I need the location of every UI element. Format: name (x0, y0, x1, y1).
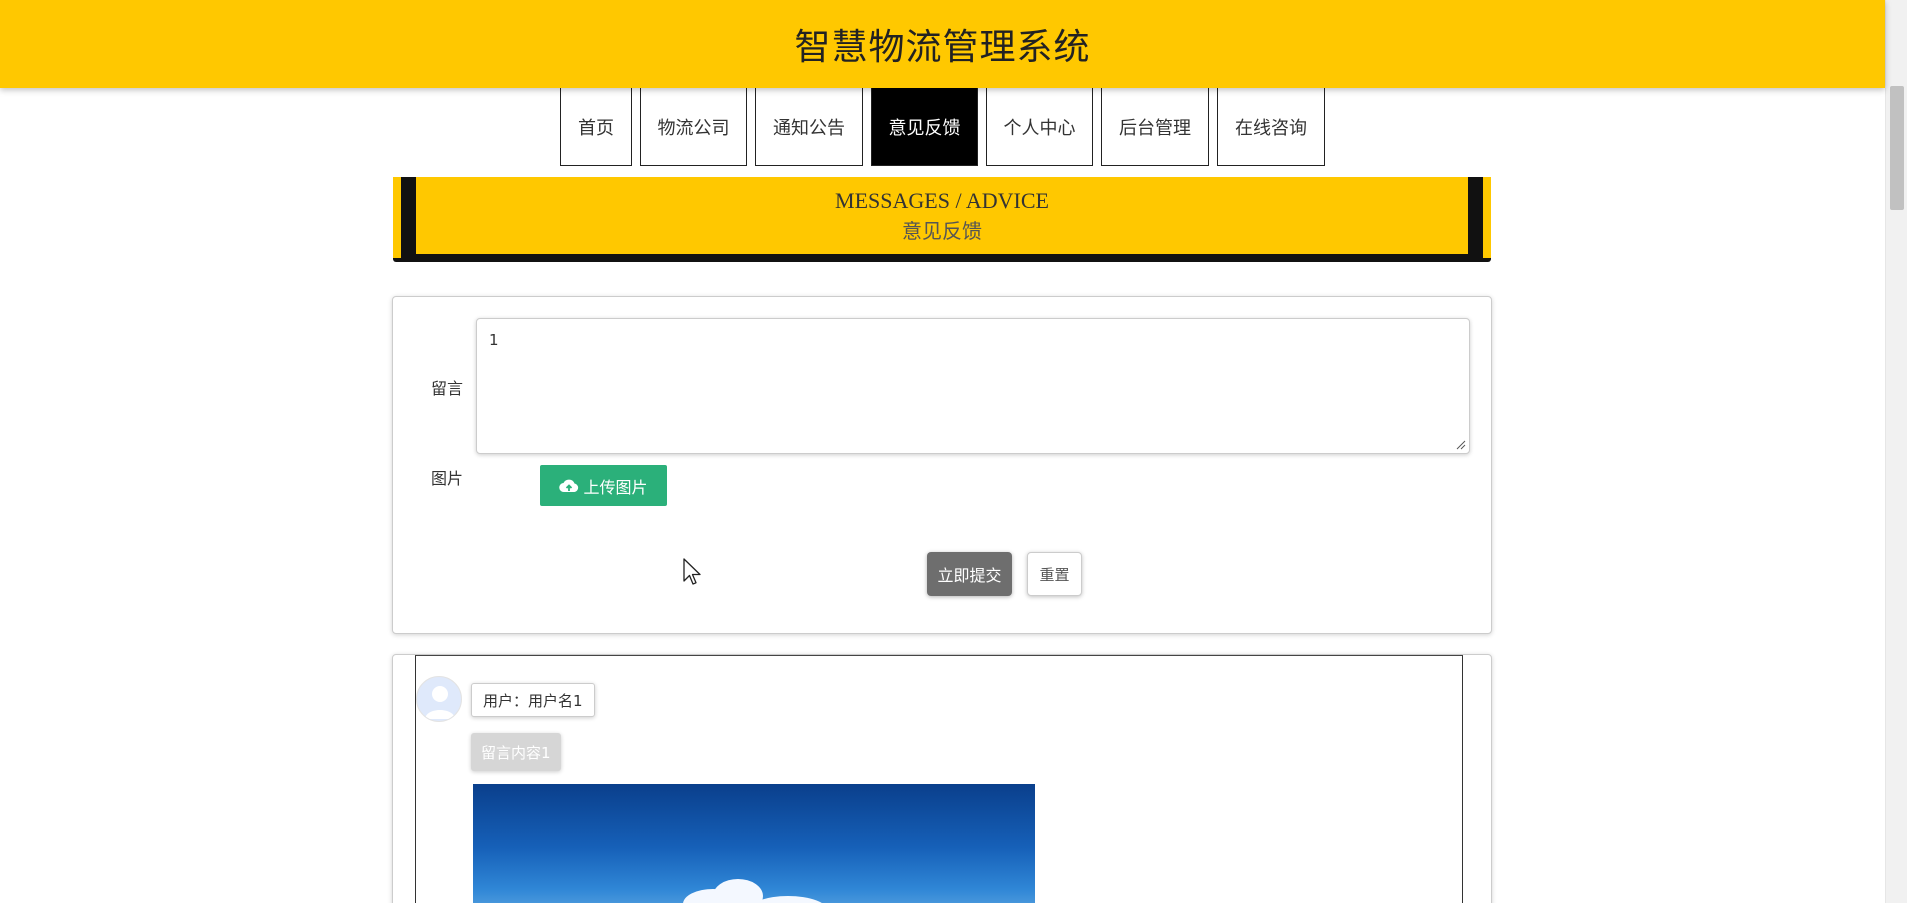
nav-item-personal-center[interactable]: 个人中心 (986, 88, 1093, 166)
nav-item-admin[interactable]: 后台管理 (1101, 88, 1209, 166)
banner-inner: MESSAGES / ADVICE 意见反馈 (409, 177, 1475, 254)
mouse-cursor-icon (683, 558, 701, 585)
nav-item-logistics-company[interactable]: 物流公司 (640, 88, 747, 166)
page-scrollbar[interactable] (1885, 0, 1907, 903)
message-user: 用户：用户名1 (471, 683, 595, 717)
cloud-upload-icon (559, 479, 579, 492)
resize-grip-icon[interactable] (1456, 440, 1466, 450)
nav-label: 在线咨询 (1235, 117, 1307, 139)
nav-label: 意见反馈 (888, 117, 961, 139)
banner-title-cn: 意见反馈 (902, 218, 982, 243)
message-label: 留言 (431, 379, 464, 398)
cloud-shape (713, 879, 763, 903)
user-avatar-icon (425, 686, 455, 719)
nav-label: 后台管理 (1119, 117, 1191, 139)
avatar (416, 676, 462, 722)
submit-button[interactable]: 立即提交 (927, 552, 1012, 596)
header-bar: 智慧物流管理系统 (0, 0, 1885, 88)
main-nav: 首页 物流公司 通知公告 意见反馈 个人中心 后台管理 在线咨询 (0, 88, 1885, 166)
message-textarea[interactable]: 1 (476, 318, 1470, 454)
nav-label: 物流公司 (657, 117, 730, 139)
site-title: 智慧物流管理系统 (794, 27, 1091, 68)
nav-item-notices[interactable]: 通知公告 (755, 88, 863, 166)
message-item: 用户：用户名1 留言内容1 (415, 655, 1463, 903)
message-content: 留言内容1 (471, 733, 561, 771)
message-list: 用户：用户名1 留言内容1 (392, 654, 1492, 903)
message-image (473, 784, 1035, 903)
nav-label: 个人中心 (1003, 117, 1076, 139)
section-banner: MESSAGES / ADVICE 意见反馈 (393, 177, 1491, 262)
scrollbar-thumb[interactable] (1890, 86, 1904, 210)
upload-label: 上传图片 (583, 477, 648, 497)
upload-image-button[interactable]: 上传图片 (540, 465, 667, 506)
banner-edge-left (393, 177, 401, 258)
banner-edge-right (1483, 177, 1491, 258)
nav-item-feedback[interactable]: 意见反馈 (871, 88, 978, 166)
nav-item-online-consult[interactable]: 在线咨询 (1217, 88, 1325, 166)
image-label: 图片 (431, 469, 464, 488)
feedback-form: 留言 1 图片 上传图片 立即提交 重置 (392, 296, 1492, 634)
nav-item-home[interactable]: 首页 (560, 88, 632, 166)
nav-label: 通知公告 (773, 117, 845, 139)
banner-title-en: MESSAGES / ADVICE (835, 187, 1049, 213)
nav-label: 首页 (578, 117, 614, 139)
message-value: 1 (489, 331, 499, 349)
reset-button[interactable]: 重置 (1027, 552, 1082, 596)
